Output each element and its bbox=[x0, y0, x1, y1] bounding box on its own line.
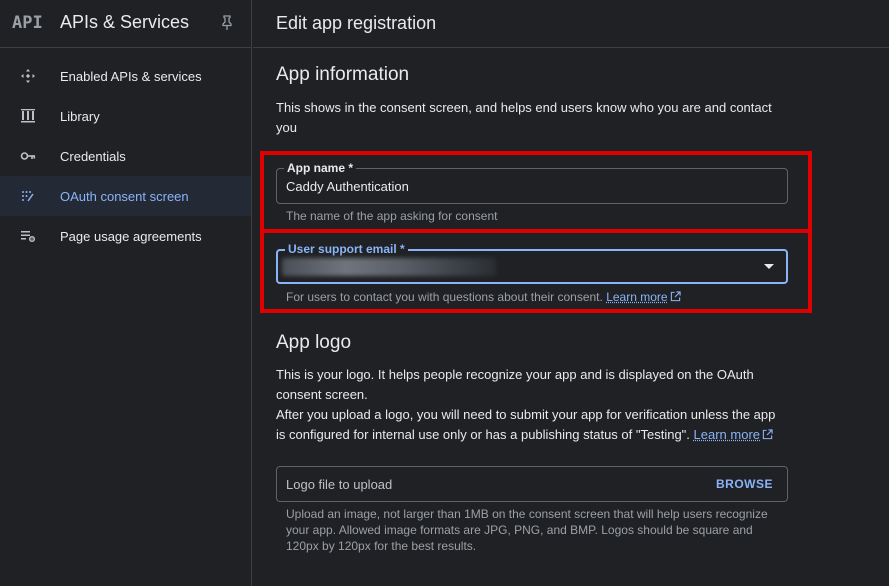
sidebar: API APIs & Services Enabled APIs & servi… bbox=[0, 0, 252, 586]
sidebar-item-library[interactable]: Library bbox=[0, 96, 251, 136]
logo-upload-hint: Upload an image, not larger than 1MB on … bbox=[286, 507, 768, 553]
sidebar-item-page-usage[interactable]: Page usage agreements bbox=[0, 216, 251, 256]
highlight-box-app-name bbox=[260, 151, 812, 233]
sidebar-item-label: OAuth consent screen bbox=[60, 189, 189, 204]
app-logo-description-1: This is your logo. It helps people recog… bbox=[276, 367, 754, 402]
sidebar-item-enabled-apis[interactable]: Enabled APIs & services bbox=[0, 56, 251, 96]
app-logo-description-2: After you upload a logo, you will need t… bbox=[276, 405, 788, 445]
main-header: Edit app registration bbox=[253, 0, 889, 48]
sidebar-header: API APIs & Services bbox=[0, 0, 251, 48]
sidebar-item-label: Enabled APIs & services bbox=[60, 69, 202, 84]
browse-button[interactable]: BROWSE bbox=[716, 477, 773, 491]
api-logo: API bbox=[12, 13, 43, 33]
oauth-consent-icon bbox=[22, 191, 34, 202]
external-link-icon bbox=[762, 429, 773, 440]
sidebar-item-label: Credentials bbox=[60, 149, 126, 164]
sidebar-item-label: Library bbox=[60, 109, 100, 124]
logo-file-upload-field[interactable]: Logo file to upload BROWSE bbox=[276, 466, 788, 502]
logo-file-placeholder: Logo file to upload bbox=[286, 477, 393, 492]
app-logo-heading: App logo bbox=[276, 332, 352, 353]
key-icon bbox=[20, 152, 36, 160]
learn-more-text: Learn more bbox=[693, 427, 761, 442]
app-information-heading: App information bbox=[276, 64, 410, 85]
learn-more-link[interactable]: Learn more bbox=[694, 427, 773, 442]
sidebar-item-oauth-consent[interactable]: OAuth consent screen bbox=[0, 176, 251, 216]
sidebar-title: APIs & Services bbox=[60, 12, 190, 32]
sidebar-item-credentials[interactable]: Credentials bbox=[0, 136, 251, 176]
pin-icon[interactable] bbox=[219, 14, 235, 32]
enabled-apis-icon bbox=[21, 69, 35, 83]
sidebar-nav: Enabled APIs & services Library Credenti… bbox=[0, 56, 251, 256]
page-settings-icon bbox=[21, 231, 36, 243]
sidebar-item-label: Page usage agreements bbox=[60, 229, 202, 244]
highlight-box-support-email bbox=[260, 229, 812, 313]
library-icon bbox=[21, 109, 35, 123]
page-title: Edit app registration bbox=[276, 13, 437, 33]
app-information-description: This shows in the consent screen, and he… bbox=[276, 100, 772, 135]
